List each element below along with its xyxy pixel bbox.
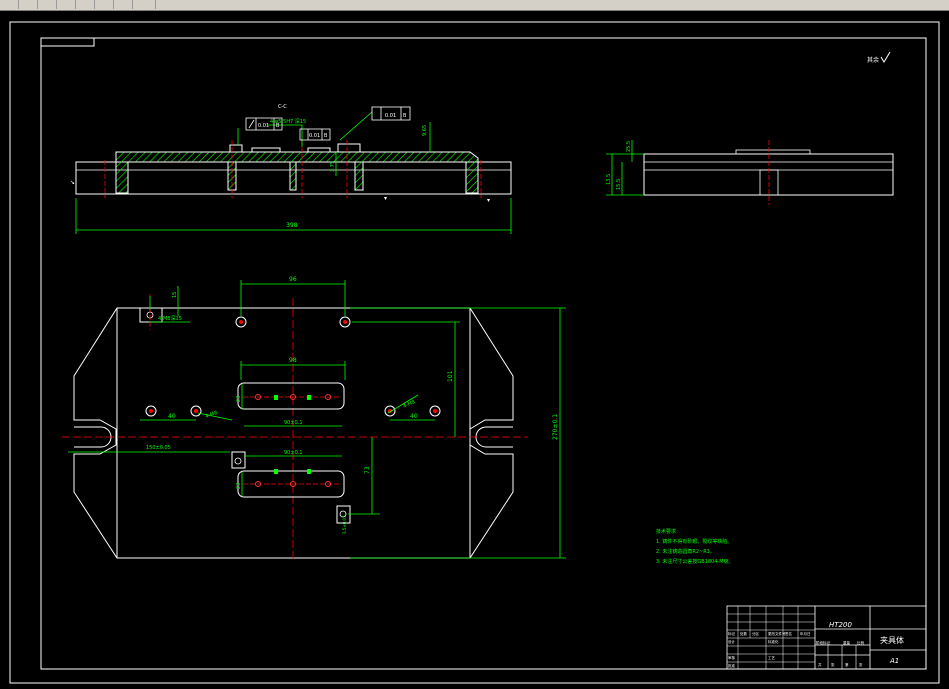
part-name: 夹具体 [880, 635, 904, 645]
svg-text:3.75: 3.75 [330, 161, 336, 172]
svg-text:更改文件号: 更改文件号 [768, 631, 786, 636]
sheet-size: A1 [889, 657, 899, 665]
svg-text:15.5: 15.5 [616, 179, 622, 190]
svg-text:重量: 重量 [843, 640, 851, 645]
svg-text:↘: ↘ [70, 179, 75, 186]
technical-notes: 技术要求 1. 铸件不得有砂眼、裂纹等缺陷。 2. 未注铸造圆角R2~R3。 3… [656, 528, 734, 565]
drawing-canvas[interactable]: 其余 398 C-C 4-φ5.5H7 深15 0.01 B 0.01 B 0.… [0, 11, 949, 685]
tolerance-frame-3: 0.01 B [371, 106, 411, 121]
toolbar-button[interactable] [38, 0, 57, 9]
svg-text:▾: ▾ [487, 197, 490, 204]
svg-text:4-M8深15: 4-M8深15 [158, 315, 182, 322]
cad-drawing: 其余 398 C-C 4-φ5.5H7 深15 0.01 B 0.01 B 0.… [9, 21, 940, 684]
svg-text:4-M8: 4-M8 [205, 410, 219, 420]
toolbar-button[interactable] [0, 0, 19, 9]
dim-overall-width: 398 [286, 222, 298, 229]
svg-text:张: 张 [831, 662, 835, 667]
svg-text:0.01: 0.01 [385, 113, 396, 119]
svg-text:比例: 比例 [857, 640, 865, 645]
svg-text:4-M8: 4-M8 [402, 399, 416, 410]
drawing-code-box [40, 37, 95, 47]
svg-text:B: B [276, 123, 280, 129]
svg-text:3.5±0.05: 3.5±0.05 [342, 515, 347, 534]
dim-slot-span-upper: 90±0.1 [284, 420, 303, 426]
note-item: 1. 铸件不得有砂眼、裂纹等缺陷。 [656, 538, 732, 545]
svg-text:分区: 分区 [752, 631, 760, 636]
roughness-note: 其余 [867, 51, 891, 64]
title-block: HT200 夹具体 A1 标记 处数 分区 更改文件号 签名 年月日 设计 标准… [726, 605, 927, 670]
dim-slot-length: 98 [289, 357, 297, 364]
svg-text:第: 第 [845, 662, 849, 667]
dim-offset-150: 150±0.05 [146, 445, 171, 451]
svg-text:阶段标记: 阶段标记 [816, 640, 830, 645]
side-view: 13.5 15.5 25.5 [606, 140, 894, 205]
dim-hole-spacing: 96 [289, 276, 297, 283]
plan-view: 96 98 90±0.1 90±0.1 23 23 40 40 101 270±… [62, 276, 566, 562]
svg-text:处数: 处数 [740, 631, 748, 636]
inner-frame [40, 37, 927, 670]
toolbar-button[interactable] [57, 0, 76, 9]
section-view: 398 C-C 4-φ5.5H7 深15 0.01 B 0.01 B 0.01 … [70, 104, 512, 234]
dim-40-left: 40 [168, 413, 176, 420]
tolerance-frame-2: 0.01 B [299, 128, 331, 141]
toolbar-button[interactable] [133, 0, 156, 9]
svg-text:共: 共 [818, 662, 822, 667]
material-label: HT200 [829, 621, 852, 629]
toolbar-button[interactable] [19, 0, 38, 9]
svg-text:15: 15 [172, 292, 178, 298]
dim-40-right: 40 [410, 413, 418, 420]
svg-text:23: 23 [236, 396, 242, 402]
svg-text:0.01: 0.01 [258, 123, 269, 129]
svg-text:9.65: 9.65 [422, 125, 428, 136]
dim-slot-span-lower: 90±0.1 [284, 450, 303, 456]
svg-text:B: B [324, 133, 328, 139]
svg-text:101: 101 [447, 370, 454, 382]
toolbar-button[interactable] [95, 0, 114, 9]
svg-text:其余: 其余 [867, 56, 879, 64]
toolbar-button[interactable] [114, 0, 133, 9]
svg-text:标准化: 标准化 [768, 639, 779, 644]
svg-text:批准: 批准 [728, 663, 736, 668]
note-item: 3. 未注尺寸公差按GB1804-M级。 [656, 558, 734, 565]
svg-text:B: B [403, 113, 407, 119]
svg-text:25.5: 25.5 [626, 141, 632, 152]
svg-text:73: 73 [364, 466, 371, 474]
svg-text:270±0.1: 270±0.1 [552, 414, 559, 440]
svg-text:0.01: 0.01 [309, 133, 320, 139]
svg-text:标记: 标记 [728, 631, 736, 636]
app-toolbar [0, 0, 949, 11]
svg-text:年月日: 年月日 [800, 631, 811, 636]
svg-text:设计: 设计 [728, 639, 736, 644]
svg-text:▾: ▾ [384, 195, 387, 202]
svg-text:23: 23 [236, 483, 242, 489]
svg-text:工艺: 工艺 [768, 655, 776, 660]
section-label: C-C [278, 104, 287, 110]
svg-text:13.5: 13.5 [606, 174, 612, 185]
notes-heading: 技术要求 [656, 528, 676, 535]
note-item: 2. 未注铸造圆角R2~R3。 [656, 548, 715, 555]
toolbar-button[interactable] [76, 0, 95, 9]
svg-text:张: 张 [859, 662, 863, 667]
svg-text:签名: 签名 [785, 631, 792, 636]
outer-frame [9, 21, 940, 684]
svg-text:审核: 审核 [728, 655, 736, 660]
